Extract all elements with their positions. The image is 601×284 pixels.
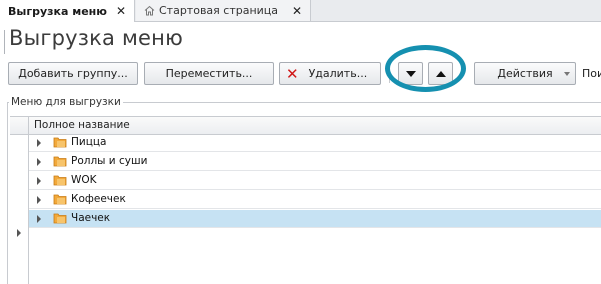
close-icon[interactable]: ✕ (292, 4, 302, 18)
delete-icon: ✕ (286, 64, 299, 83)
page-title: Выгрузка меню (9, 26, 183, 50)
close-icon[interactable]: ✕ (116, 4, 126, 18)
tab-menu-export[interactable]: Выгрузка меню ✕ (0, 0, 135, 22)
search-label: Пои (582, 67, 601, 80)
folder-icon (53, 194, 67, 205)
expand-icon[interactable] (37, 177, 41, 185)
add-group-button[interactable]: Добавить группу... (8, 62, 138, 85)
tree-row[interactable]: Кофеечек (29, 191, 601, 209)
tab-label: Выгрузка меню (8, 4, 107, 18)
chevron-down-icon (564, 72, 570, 76)
folder-icon (53, 213, 67, 224)
row-label: Чаечек (71, 212, 111, 224)
highlight-annotation (385, 45, 466, 92)
delete-button[interactable]: ✕ Удалить... (279, 62, 381, 85)
tab-label: Стартовая страница (159, 4, 279, 17)
column-header-full-name[interactable]: Полное название (34, 119, 130, 131)
tree-row[interactable]: Пицца (29, 134, 601, 152)
row-label: Кофеечек (71, 193, 126, 205)
delete-label: Удалить... (308, 67, 368, 80)
move-button[interactable]: Переместить... (144, 62, 274, 85)
expand-icon[interactable] (37, 158, 41, 166)
tab-strip: Выгрузка меню ✕ Стартовая страница ✕ (0, 0, 601, 22)
folder-icon (53, 156, 67, 167)
row-label: WOK (71, 174, 97, 186)
title-divider (4, 30, 5, 54)
row-label: Пицца (71, 136, 107, 148)
tab-start-page[interactable]: Стартовая страница ✕ (136, 0, 311, 21)
current-row-icon (17, 229, 21, 237)
tree-row[interactable]: Чаечек (29, 210, 601, 228)
tree-row[interactable]: WOK (29, 172, 601, 190)
actions-dropdown[interactable]: Действия (474, 62, 576, 85)
folder-icon (53, 175, 67, 186)
expand-icon[interactable] (37, 196, 41, 204)
actions-label: Действия (497, 67, 553, 80)
row-label: Роллы и суши (71, 155, 148, 167)
row-indicator-column (10, 134, 29, 284)
folder-icon (53, 137, 67, 148)
expand-icon[interactable] (37, 139, 41, 147)
expand-icon[interactable] (37, 215, 41, 223)
tree-row[interactable]: Роллы и суши (29, 153, 601, 171)
home-icon (144, 5, 155, 16)
group-border-left (7, 102, 8, 284)
row-indicator-header (10, 117, 29, 134)
grid-header: Полное название (10, 116, 601, 135)
menu-tree-grid: Полное название Пицца Роллы и суши WOK К… (10, 116, 601, 284)
group-legend: Меню для выгрузки (9, 96, 123, 108)
